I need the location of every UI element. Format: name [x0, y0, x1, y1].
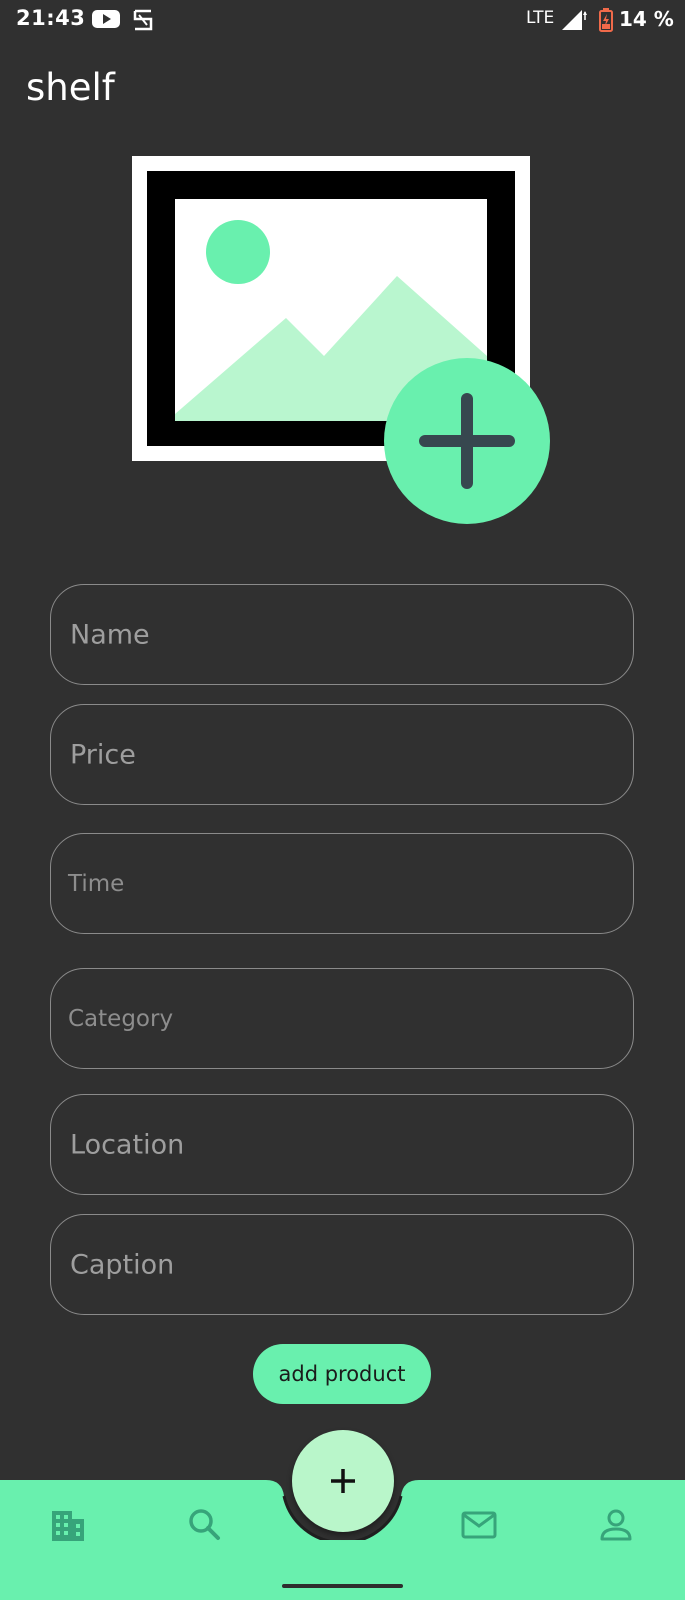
- status-bar: 21:43 LTE 14 %: [0, 0, 685, 42]
- mail-icon: [461, 1511, 497, 1539]
- time-field-label: Time: [68, 870, 125, 897]
- price-field-label: Price: [70, 739, 136, 770]
- product-image-picker[interactable]: [132, 156, 552, 528]
- plus-icon: [419, 393, 515, 489]
- battery-icon: [599, 8, 613, 32]
- nav-shelf-button[interactable]: [48, 1505, 88, 1545]
- category-field[interactable]: Category: [50, 968, 634, 1069]
- app-title: shelf: [26, 66, 115, 109]
- nav-profile-button[interactable]: [596, 1505, 636, 1545]
- nav-search-button[interactable]: [185, 1505, 225, 1545]
- status-time: 21:43: [16, 6, 86, 30]
- name-field-label: Name: [70, 619, 150, 650]
- caption-field[interactable]: Caption: [50, 1214, 634, 1315]
- youtube-icon: [92, 10, 120, 28]
- category-field-label: Category: [68, 1005, 174, 1032]
- s-app-icon: [133, 9, 153, 31]
- name-field[interactable]: Name: [50, 584, 634, 685]
- location-field-label: Location: [70, 1129, 185, 1160]
- caption-field-label: Caption: [70, 1249, 175, 1280]
- network-type: LTE: [526, 8, 555, 28]
- nav-messages-button[interactable]: [459, 1505, 499, 1545]
- time-field[interactable]: Time: [50, 833, 634, 934]
- plus-icon: [331, 1469, 355, 1493]
- center-add-button[interactable]: [292, 1430, 394, 1532]
- battery-percentage: 14 %: [619, 7, 674, 31]
- add-product-button[interactable]: add product: [253, 1344, 431, 1404]
- person-icon: [600, 1509, 632, 1541]
- price-field[interactable]: Price: [50, 704, 634, 805]
- signal-icon: [562, 10, 587, 30]
- location-field[interactable]: Location: [50, 1094, 634, 1195]
- add-image-button[interactable]: [384, 358, 550, 524]
- home-indicator[interactable]: [282, 1584, 403, 1588]
- search-icon: [189, 1509, 220, 1540]
- building-icon: [52, 1511, 84, 1541]
